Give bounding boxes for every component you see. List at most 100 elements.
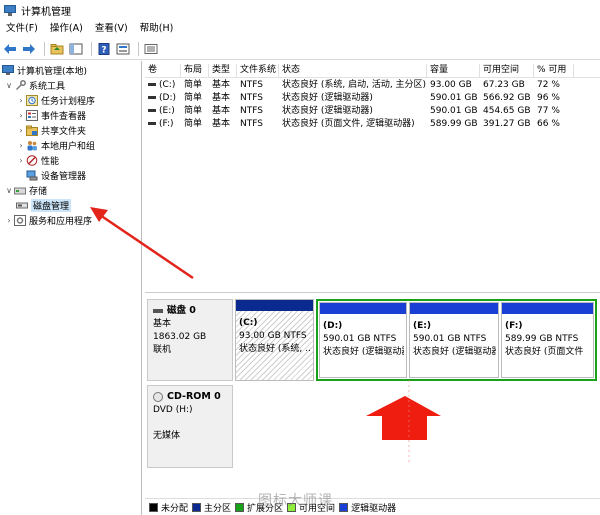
logical-drive-bar [320, 303, 406, 314]
cd-icon [153, 391, 163, 402]
logical-drive-bar [410, 303, 498, 314]
percent-free-cell: 77 % [537, 106, 560, 116]
tree-item-performance[interactable]: › 性能 [16, 153, 59, 168]
disk-name: 磁盘 0 [167, 305, 196, 316]
toolbar-separator [91, 41, 92, 56]
type-cell: 基本 [212, 93, 231, 103]
tree-item-shared-folders[interactable]: › 共享文件夹 [16, 123, 86, 138]
tree-item-label: 计算机管理(本地) [17, 67, 88, 77]
menu-action[interactable]: 操作(A) [44, 20, 89, 38]
tree-item-system-tools[interactable]: ∨ 系统工具 [4, 78, 65, 93]
column-header-free-space[interactable]: 可用空间 [480, 64, 534, 77]
cdrom-name: CD-ROM 0 [167, 391, 221, 402]
column-header-filesystem[interactable]: 文件系统 [237, 64, 279, 77]
show-hide-tree-icon[interactable] [68, 41, 84, 57]
drive-icon [148, 122, 156, 125]
back-arrow-icon[interactable] [2, 41, 18, 57]
tree-item-event-viewer[interactable]: › 事件查看器 [16, 108, 86, 123]
forward-arrow-icon[interactable] [21, 41, 37, 57]
tree-item-label: 服务和应用程序 [29, 217, 93, 227]
tree-item-task-scheduler[interactable]: › 任务计划程序 [16, 93, 95, 108]
tree-item-label: 存储 [29, 187, 48, 197]
partition-d[interactable]: (D:) 590.01 GB NTFS 状态良好 (逻辑驱动器) [319, 302, 407, 378]
up-folder-icon[interactable] [49, 41, 65, 57]
menu-view[interactable]: 查看(V) [89, 20, 134, 38]
tree-item-computer-management[interactable]: 计算机管理(本地) [2, 63, 87, 78]
column-header-layout[interactable]: 布局 [181, 64, 209, 77]
tree-item-services-apps[interactable]: › 服务和应用程序 [4, 213, 92, 228]
partition-f-info: (F:) 589.99 GB NTFS 状态良好 (页面文件 [505, 320, 591, 359]
status-cell: 状态良好 (页面文件, 逻辑驱动器) [282, 119, 415, 129]
partition-status: 状态良好 (系统, ... [239, 344, 311, 354]
partition-e[interactable]: (E:) 590.01 GB NTFS 状态良好 (逻辑驱动器) [409, 302, 499, 378]
cdrom-label[interactable]: CD-ROM 0 DVD (H:) 无媒体 [147, 385, 233, 468]
free-space-cell: 566.92 GB [483, 93, 531, 103]
help-icon[interactable]: ? [96, 41, 112, 57]
disk-type: 基本 [153, 319, 172, 329]
cdrom-type: DVD (H:) [153, 405, 193, 415]
device-manager-icon [26, 170, 38, 181]
tree-item-local-users[interactable]: › 本地用户和组 [16, 138, 95, 153]
legend-swatch [149, 502, 158, 512]
table-row[interactable]: (D:) 简单 基本 NTFS 状态良好 (逻辑驱动器) 590.01 GB 5… [145, 92, 600, 105]
cdrom-name-line: CD-ROM 0 [153, 390, 227, 404]
partition-size: 589.99 GB NTFS [505, 334, 579, 344]
chevron-right-icon[interactable]: › [4, 216, 14, 225]
menu-file[interactable]: 文件(F) [0, 20, 44, 38]
partition-status: 状态良好 (逻辑驱动器) [413, 347, 496, 357]
table-row[interactable]: (F:) 简单 基本 NTFS 状态良好 (页面文件, 逻辑驱动器) 589.9… [145, 118, 600, 131]
logical-drive-bar [502, 303, 593, 314]
services-icon [14, 215, 26, 226]
chevron-right-icon[interactable]: › [16, 156, 26, 165]
menu-help[interactable]: 帮助(H) [134, 20, 180, 38]
filesystem-cell: NTFS [240, 80, 263, 90]
menu-bar: 文件(F) 操作(A) 查看(V) 帮助(H) [0, 20, 600, 38]
column-header-percent-free[interactable]: % 可用 [534, 64, 574, 77]
partition-name: (C:) [239, 318, 258, 328]
tree-item-label: 性能 [41, 157, 60, 167]
computer-management-icon [4, 4, 16, 16]
disk-management-icon [16, 200, 28, 211]
chevron-right-icon[interactable]: › [16, 141, 26, 150]
tree-item-label: 共享文件夹 [41, 127, 87, 137]
navigation-tree: 计算机管理(本地) ∨ 系统工具 › 任务计划程序 › 事件查看器 › 共享文件… [0, 61, 142, 515]
legend-label: 逻辑驱动器 [351, 503, 397, 514]
filesystem-cell: NTFS [240, 93, 263, 103]
watermark-text: 图标大师课 [258, 493, 333, 509]
toolbar-separator [138, 41, 139, 56]
chevron-down-icon[interactable]: ∨ [4, 186, 14, 195]
partition-c-info: (C:) 93.00 GB NTFS 状态良好 (系统, ... [239, 317, 311, 356]
chevron-right-icon[interactable]: › [16, 96, 26, 105]
shared-folder-icon [26, 125, 38, 136]
capacity-cell: 93.00 GB [430, 80, 472, 90]
layout-cell: 简单 [184, 106, 203, 116]
free-space-cell: 67.23 GB [483, 80, 525, 90]
volume-cell: (D:) [145, 92, 181, 105]
chevron-right-icon[interactable]: › [16, 111, 26, 120]
tree-item-storage[interactable]: ∨ 存储 [4, 183, 47, 198]
partition-f[interactable]: (F:) 589.99 GB NTFS 状态良好 (页面文件 [501, 302, 594, 378]
partition-status: 状态良好 (逻辑驱动器) [323, 347, 404, 357]
partition-c[interactable]: (C:) 93.00 GB NTFS 状态良好 (系统, ... [235, 299, 314, 381]
layout-cell: 简单 [184, 119, 203, 129]
clock-icon [26, 95, 38, 106]
disk-list-view-icon[interactable] [143, 41, 159, 57]
column-header-type[interactable]: 类型 [209, 64, 237, 77]
legend-swatch [339, 502, 349, 512]
chevron-right-icon[interactable]: › [16, 126, 26, 135]
column-header-capacity[interactable]: 容量 [427, 64, 480, 77]
table-row[interactable]: (E:) 简单 基本 NTFS 状态良好 (逻辑驱动器) 590.01 GB 4… [145, 105, 600, 118]
users-icon [26, 140, 38, 151]
legend-swatch [235, 502, 245, 512]
table-row[interactable]: (C:) 简单 基本 NTFS 状态良好 (系统, 启动, 活动, 主分区) 9… [145, 79, 600, 92]
tree-item-device-manager[interactable]: 设备管理器 [26, 168, 86, 183]
disk-0-name-line: 磁盘 0 [153, 304, 227, 318]
properties-icon[interactable] [115, 41, 131, 57]
disk-0-label[interactable]: 磁盘 0 基本 1863.02 GB 联机 [147, 299, 233, 381]
tree-item-disk-management[interactable]: 磁盘管理 [16, 198, 72, 213]
volume-list-header: 卷 布局 类型 文件系统 状态 容量 可用空间 % 可用 [145, 64, 600, 78]
chevron-down-icon[interactable]: ∨ [4, 81, 14, 90]
column-header-volume[interactable]: 卷 [145, 64, 181, 77]
partition-size: 590.01 GB NTFS [413, 334, 487, 344]
column-header-status[interactable]: 状态 [279, 64, 427, 77]
